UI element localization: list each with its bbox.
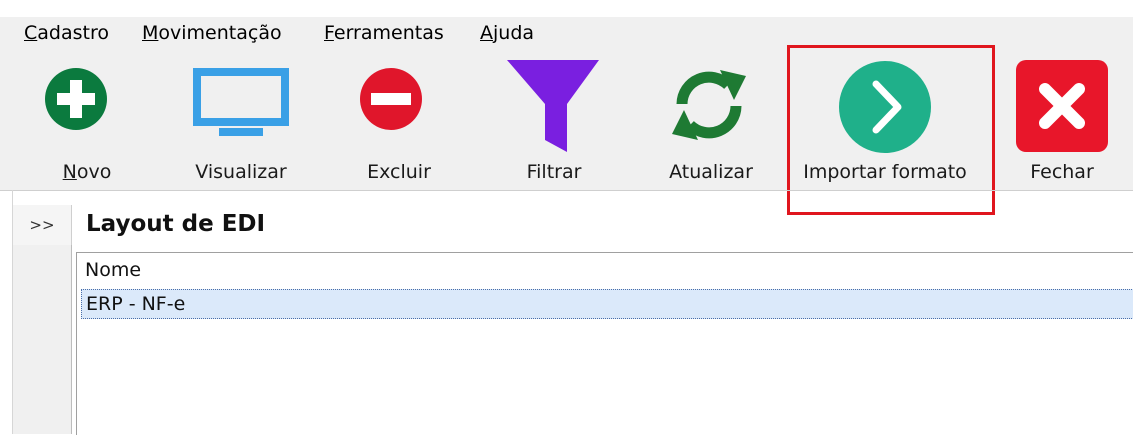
excluir-label: Excluir xyxy=(367,161,431,183)
refresh-icon xyxy=(672,70,746,140)
visualizar-label: Visualizar xyxy=(195,161,287,183)
filtrar-label: Filtrar xyxy=(526,161,582,183)
column-header-nome[interactable]: Nome xyxy=(85,257,141,283)
atualizar-button[interactable]: Atualizar xyxy=(650,50,770,190)
menu-ajuda[interactable]: Ajuda xyxy=(480,21,534,45)
visualizar-button[interactable]: Visualizar xyxy=(180,50,300,190)
atualizar-label: Atualizar xyxy=(669,161,753,183)
plus-circle-icon xyxy=(45,68,107,130)
menu-bar: Cadastro Movimentação Ferramentas Ajuda xyxy=(0,17,1133,50)
side-panel xyxy=(13,245,72,434)
side-panel-toggle[interactable]: >> xyxy=(13,205,72,245)
page-title: Layout de EDI xyxy=(86,211,266,237)
close-square-icon xyxy=(1016,60,1108,152)
funnel-icon xyxy=(507,60,599,152)
monitor-icon xyxy=(193,68,289,136)
menu-movimentacao[interactable]: Movimentação xyxy=(142,21,282,45)
importar-formato-button[interactable]: Importar formato xyxy=(790,50,990,190)
fechar-button[interactable]: Fechar xyxy=(1010,50,1110,190)
menu-cadastro[interactable]: Cadastro xyxy=(24,21,109,45)
importar-formato-label: Importar formato xyxy=(803,161,967,183)
novo-label: Novo xyxy=(62,161,112,183)
table-cell: ERP - NF-e xyxy=(86,293,186,315)
data-grid: Nome ERP - NF-e xyxy=(76,252,1133,435)
menu-ferramentas[interactable]: Ferramentas xyxy=(324,21,444,45)
excluir-button[interactable]: Excluir xyxy=(340,50,460,190)
minus-circle-icon xyxy=(360,68,422,130)
filtrar-button[interactable]: Filtrar xyxy=(495,50,615,190)
divider xyxy=(0,190,1133,191)
table-row[interactable]: ERP - NF-e xyxy=(81,289,1133,319)
app-window: Cadastro Movimentação Ferramentas Ajuda … xyxy=(0,0,1133,435)
toolbar: Novo Visualizar Excluir Filtrar Atualiza… xyxy=(0,50,1133,190)
chevron-right-circle-icon xyxy=(839,61,931,153)
fechar-label: Fechar xyxy=(1030,161,1094,183)
novo-button[interactable]: Novo xyxy=(30,50,150,190)
